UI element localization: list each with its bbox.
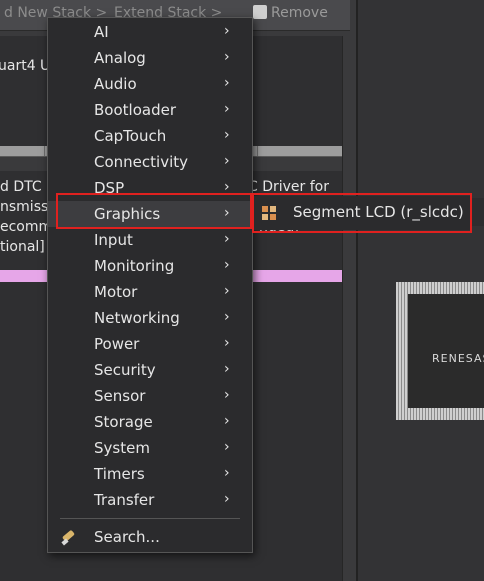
menu-item-label: Networking — [94, 309, 180, 327]
stack-title: uart4 U — [0, 58, 51, 74]
menu-item-label: Timers — [94, 465, 145, 483]
chevron-right-icon: › — [224, 465, 230, 481]
chevron-right-icon: › — [224, 491, 230, 507]
add-stack-menu: AI › Analog › Audio › Bootloader › CapTouch ›… — [47, 17, 253, 553]
graphics-highlight-box — [56, 193, 252, 229]
menu-item-storage[interactable]: Storage › — [48, 409, 252, 435]
menu-item-analog[interactable]: Analog › — [48, 45, 252, 71]
chevron-right-icon: › — [224, 23, 230, 39]
menu-item-security[interactable]: Security › — [48, 357, 252, 383]
menu-item-bootloader[interactable]: Bootloader › — [48, 97, 252, 123]
chip-image: RENESAS — [396, 282, 484, 420]
menu-item-ai[interactable]: AI › — [48, 19, 252, 45]
menu-item-system[interactable]: System › — [48, 435, 252, 461]
menu-item-connectivity[interactable]: Connectivity › — [48, 149, 252, 175]
menu-item-label: Storage — [94, 413, 153, 431]
menu-item-power[interactable]: Power › — [48, 331, 252, 357]
search-icon — [61, 530, 75, 546]
menu-item-label: Search... — [94, 528, 160, 546]
menu-item-label: Connectivity — [94, 153, 188, 171]
menu-item-input[interactable]: Input › — [48, 227, 252, 253]
remove-icon — [253, 5, 267, 19]
menu-item-networking[interactable]: Networking › — [48, 305, 252, 331]
chevron-right-icon: › — [224, 439, 230, 455]
menu-item-label: Analog — [94, 49, 146, 67]
menu-item-label: AI — [94, 23, 109, 41]
menu-item-sensor[interactable]: Sensor › — [48, 383, 252, 409]
menu-item-monitoring[interactable]: Monitoring › — [48, 253, 252, 279]
menu-item-label: Input — [94, 231, 133, 249]
chevron-right-icon: › — [224, 257, 230, 273]
menu-item-label: Bootloader — [94, 101, 176, 119]
chip-logo: RENESAS — [432, 352, 484, 365]
submenu-highlight-box — [252, 193, 472, 233]
remove-button[interactable]: Remove — [253, 5, 328, 21]
menu-item-transfer[interactable]: Transfer › — [48, 487, 252, 513]
menu-item-label: Sensor — [94, 387, 146, 405]
chevron-right-icon: › — [224, 283, 230, 299]
menu-item-label: Monitoring — [94, 257, 175, 275]
chevron-right-icon: › — [224, 49, 230, 65]
chevron-right-icon: › — [224, 413, 230, 429]
chevron-right-icon: › — [224, 101, 230, 117]
menu-item-label: System — [94, 439, 150, 457]
menu-item-audio[interactable]: Audio › — [48, 71, 252, 97]
menu-item-label: Motor — [94, 283, 138, 301]
desc-line-3: ecomm — [0, 219, 53, 235]
menu-item-timers[interactable]: Timers › — [48, 461, 252, 487]
menu-item-search[interactable]: Search... — [48, 524, 252, 550]
chevron-right-icon: › — [224, 335, 230, 351]
chevron-right-icon: › — [224, 361, 230, 377]
menu-item-motor[interactable]: Motor › — [48, 279, 252, 305]
menu-separator — [60, 518, 240, 519]
menu-item-label: Security — [94, 361, 156, 379]
remove-label: Remove — [271, 5, 328, 21]
chevron-right-icon: › — [224, 231, 230, 247]
menu-item-label: Audio — [94, 75, 137, 93]
chevron-right-icon: › — [224, 75, 230, 91]
chevron-right-icon: › — [224, 309, 230, 325]
chevron-right-icon: › — [224, 387, 230, 403]
desc-line-4: tional] — [0, 239, 45, 255]
desc-line-1: d DTC — [0, 179, 42, 195]
menu-item-captouch[interactable]: CapTouch › — [48, 123, 252, 149]
chevron-right-icon: › — [224, 127, 230, 143]
menu-item-label: Power — [94, 335, 140, 353]
menu-item-label: CapTouch — [94, 127, 167, 145]
menu-item-label: Transfer — [94, 491, 155, 509]
chevron-right-icon: › — [224, 153, 230, 169]
desc-line-2: nsmiss — [0, 199, 49, 215]
